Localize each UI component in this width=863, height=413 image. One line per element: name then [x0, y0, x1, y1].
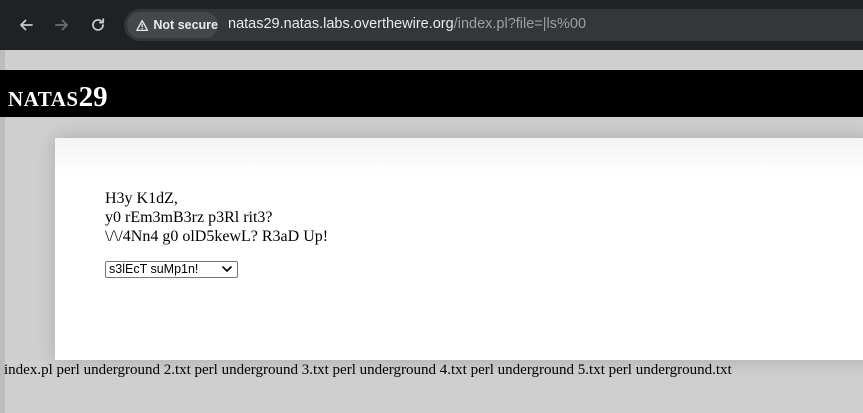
title-level: 29 — [78, 81, 108, 113]
reload-button[interactable] — [85, 12, 111, 38]
verse: H3y K1dZ, y0 rEm3mB3rz p3Rl rit3? \/\/4N… — [105, 189, 328, 246]
browser-toolbar: Not secure natas29.natas.labs.overthewir… — [0, 0, 863, 50]
security-label: Not secure — [153, 18, 218, 32]
verse-line: y0 rEm3mB3rz p3Rl rit3? — [105, 209, 273, 226]
reload-icon — [92, 18, 105, 31]
file-select[interactable]: s3lEcT suMp1n! — [105, 261, 238, 278]
verse-line: \/\/4Nn4 g0 olD5kewL? R3aD Up! — [105, 228, 329, 245]
url-text[interactable]: natas29.natas.labs.overthewire.org/index… — [228, 16, 586, 32]
title-natas: NATAS — [8, 87, 79, 111]
select-value: s3lEcT suMp1n! — [109, 262, 199, 276]
address-bar[interactable]: Not secure natas29.natas.labs.overthewir… — [124, 9, 863, 41]
arrow-left-icon — [20, 19, 33, 31]
security-chip[interactable]: Not secure — [127, 12, 218, 38]
content-panel: H3y K1dZ, y0 rEm3mB3rz p3Rl rit3? \/\/4N… — [55, 138, 863, 360]
back-button[interactable] — [13, 12, 39, 38]
forward-button[interactable] — [49, 12, 75, 38]
arrow-right-icon — [55, 19, 68, 31]
url-host: natas29.natas.labs.overthewire.org — [228, 16, 454, 32]
command-output: index.pl perl underground 2.txt perl und… — [4, 362, 732, 378]
page-header: NATAS29 — [0, 70, 863, 117]
page-title: NATAS29 — [8, 79, 108, 112]
warning-triangle-icon — [136, 19, 149, 31]
chevron-down-icon — [222, 266, 232, 272]
url-path: /index.pl?file=|ls%00 — [453, 16, 587, 32]
verse-line: H3y K1dZ, — [105, 190, 178, 207]
